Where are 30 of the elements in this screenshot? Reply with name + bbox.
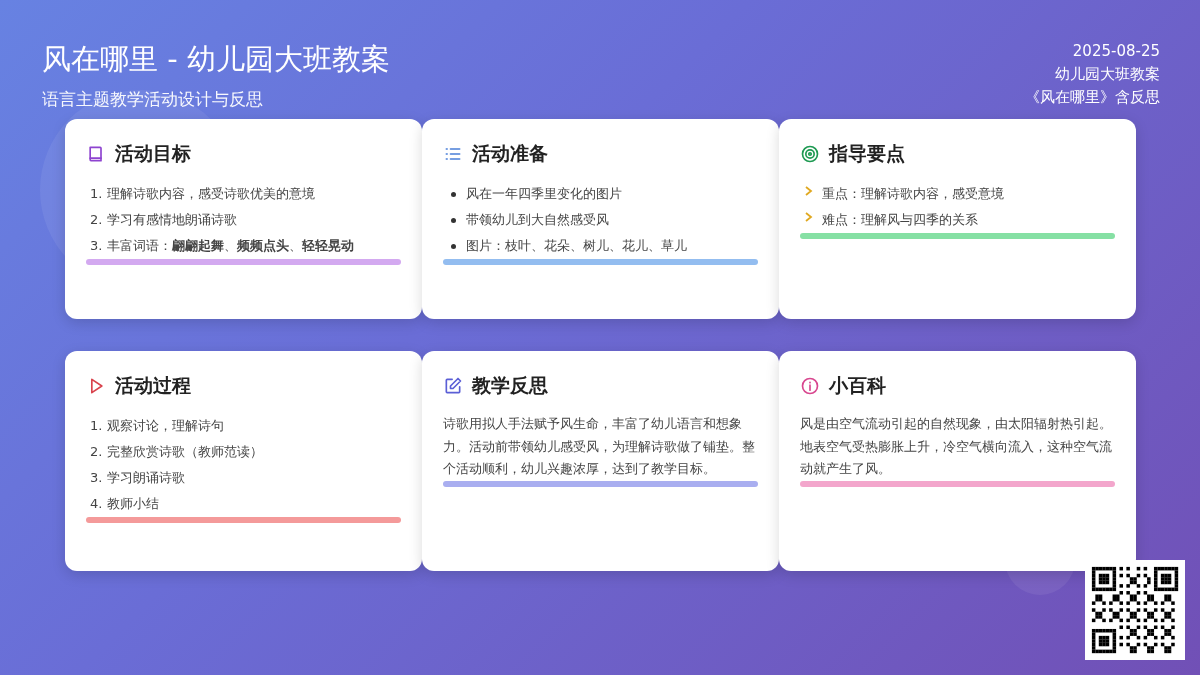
date-text: 2025-08-25	[1071, 41, 1160, 62]
list-item: 1. 理解诗歌内容，感受诗歌优美的意境	[90, 185, 316, 203]
card-title: 教学反思	[472, 373, 548, 398]
list-item: 带领幼儿到大自然感受风	[447, 207, 758, 233]
meta-text: 幼儿园大班教案	[1054, 64, 1160, 85]
chevron-icon	[804, 185, 814, 197]
list-item: 重点：理解诗歌内容，感受意境	[822, 185, 1004, 203]
meta-text: 《风在哪里》含反思	[1025, 87, 1160, 108]
list-item: 风在一年四季里变化的图片	[447, 181, 758, 207]
info-icon	[800, 376, 820, 396]
slide-subtitle: 语言主题教学活动设计与反思	[42, 88, 264, 111]
edit-icon	[443, 376, 463, 396]
card-title: 活动目标	[115, 141, 191, 166]
list-item: 3. 丰富词语：翩翩起舞、频频点头、轻轻晃动	[90, 237, 355, 255]
target-icon	[800, 144, 820, 164]
list-item: 图片：枝叶、花朵、树儿、花儿、草儿	[447, 233, 758, 259]
list-item: 2. 学习有感情地朗诵诗歌	[90, 211, 238, 229]
card-title: 小百科	[829, 373, 886, 398]
card-title: 活动过程	[115, 373, 191, 398]
card-title: 活动准备	[472, 141, 548, 166]
list-item: 难点：理解风与四季的关系	[822, 211, 978, 229]
list-item: 2. 完整欣赏诗歌（教师范读）	[90, 443, 264, 461]
card-paragraph: 诗歌用拟人手法赋予风生命，丰富了幼儿语言和想象力。活动前带领幼儿感受风，为理解诗歌做了铺垫。整个活动顺利，幼儿兴趣浓厚，达到了教学目标。	[443, 415, 756, 478]
card-paragraph: 风是由空气流动引起的自然现象，由太阳辐射热引起。地表空气受热膨胀上升，冷空气横向流入，这种空气流动就产生了风。	[800, 415, 1113, 478]
list-item: 4. 教师小结	[90, 495, 160, 513]
list-item: 1. 观察讨论，理解诗句	[90, 417, 225, 435]
slide-title: 风在哪里 - 幼儿园大班教案	[42, 41, 390, 78]
chevron-icon	[804, 211, 814, 223]
card-title: 指导要点	[829, 141, 905, 166]
list-item: 3. 学习朗诵诗歌	[90, 469, 186, 487]
